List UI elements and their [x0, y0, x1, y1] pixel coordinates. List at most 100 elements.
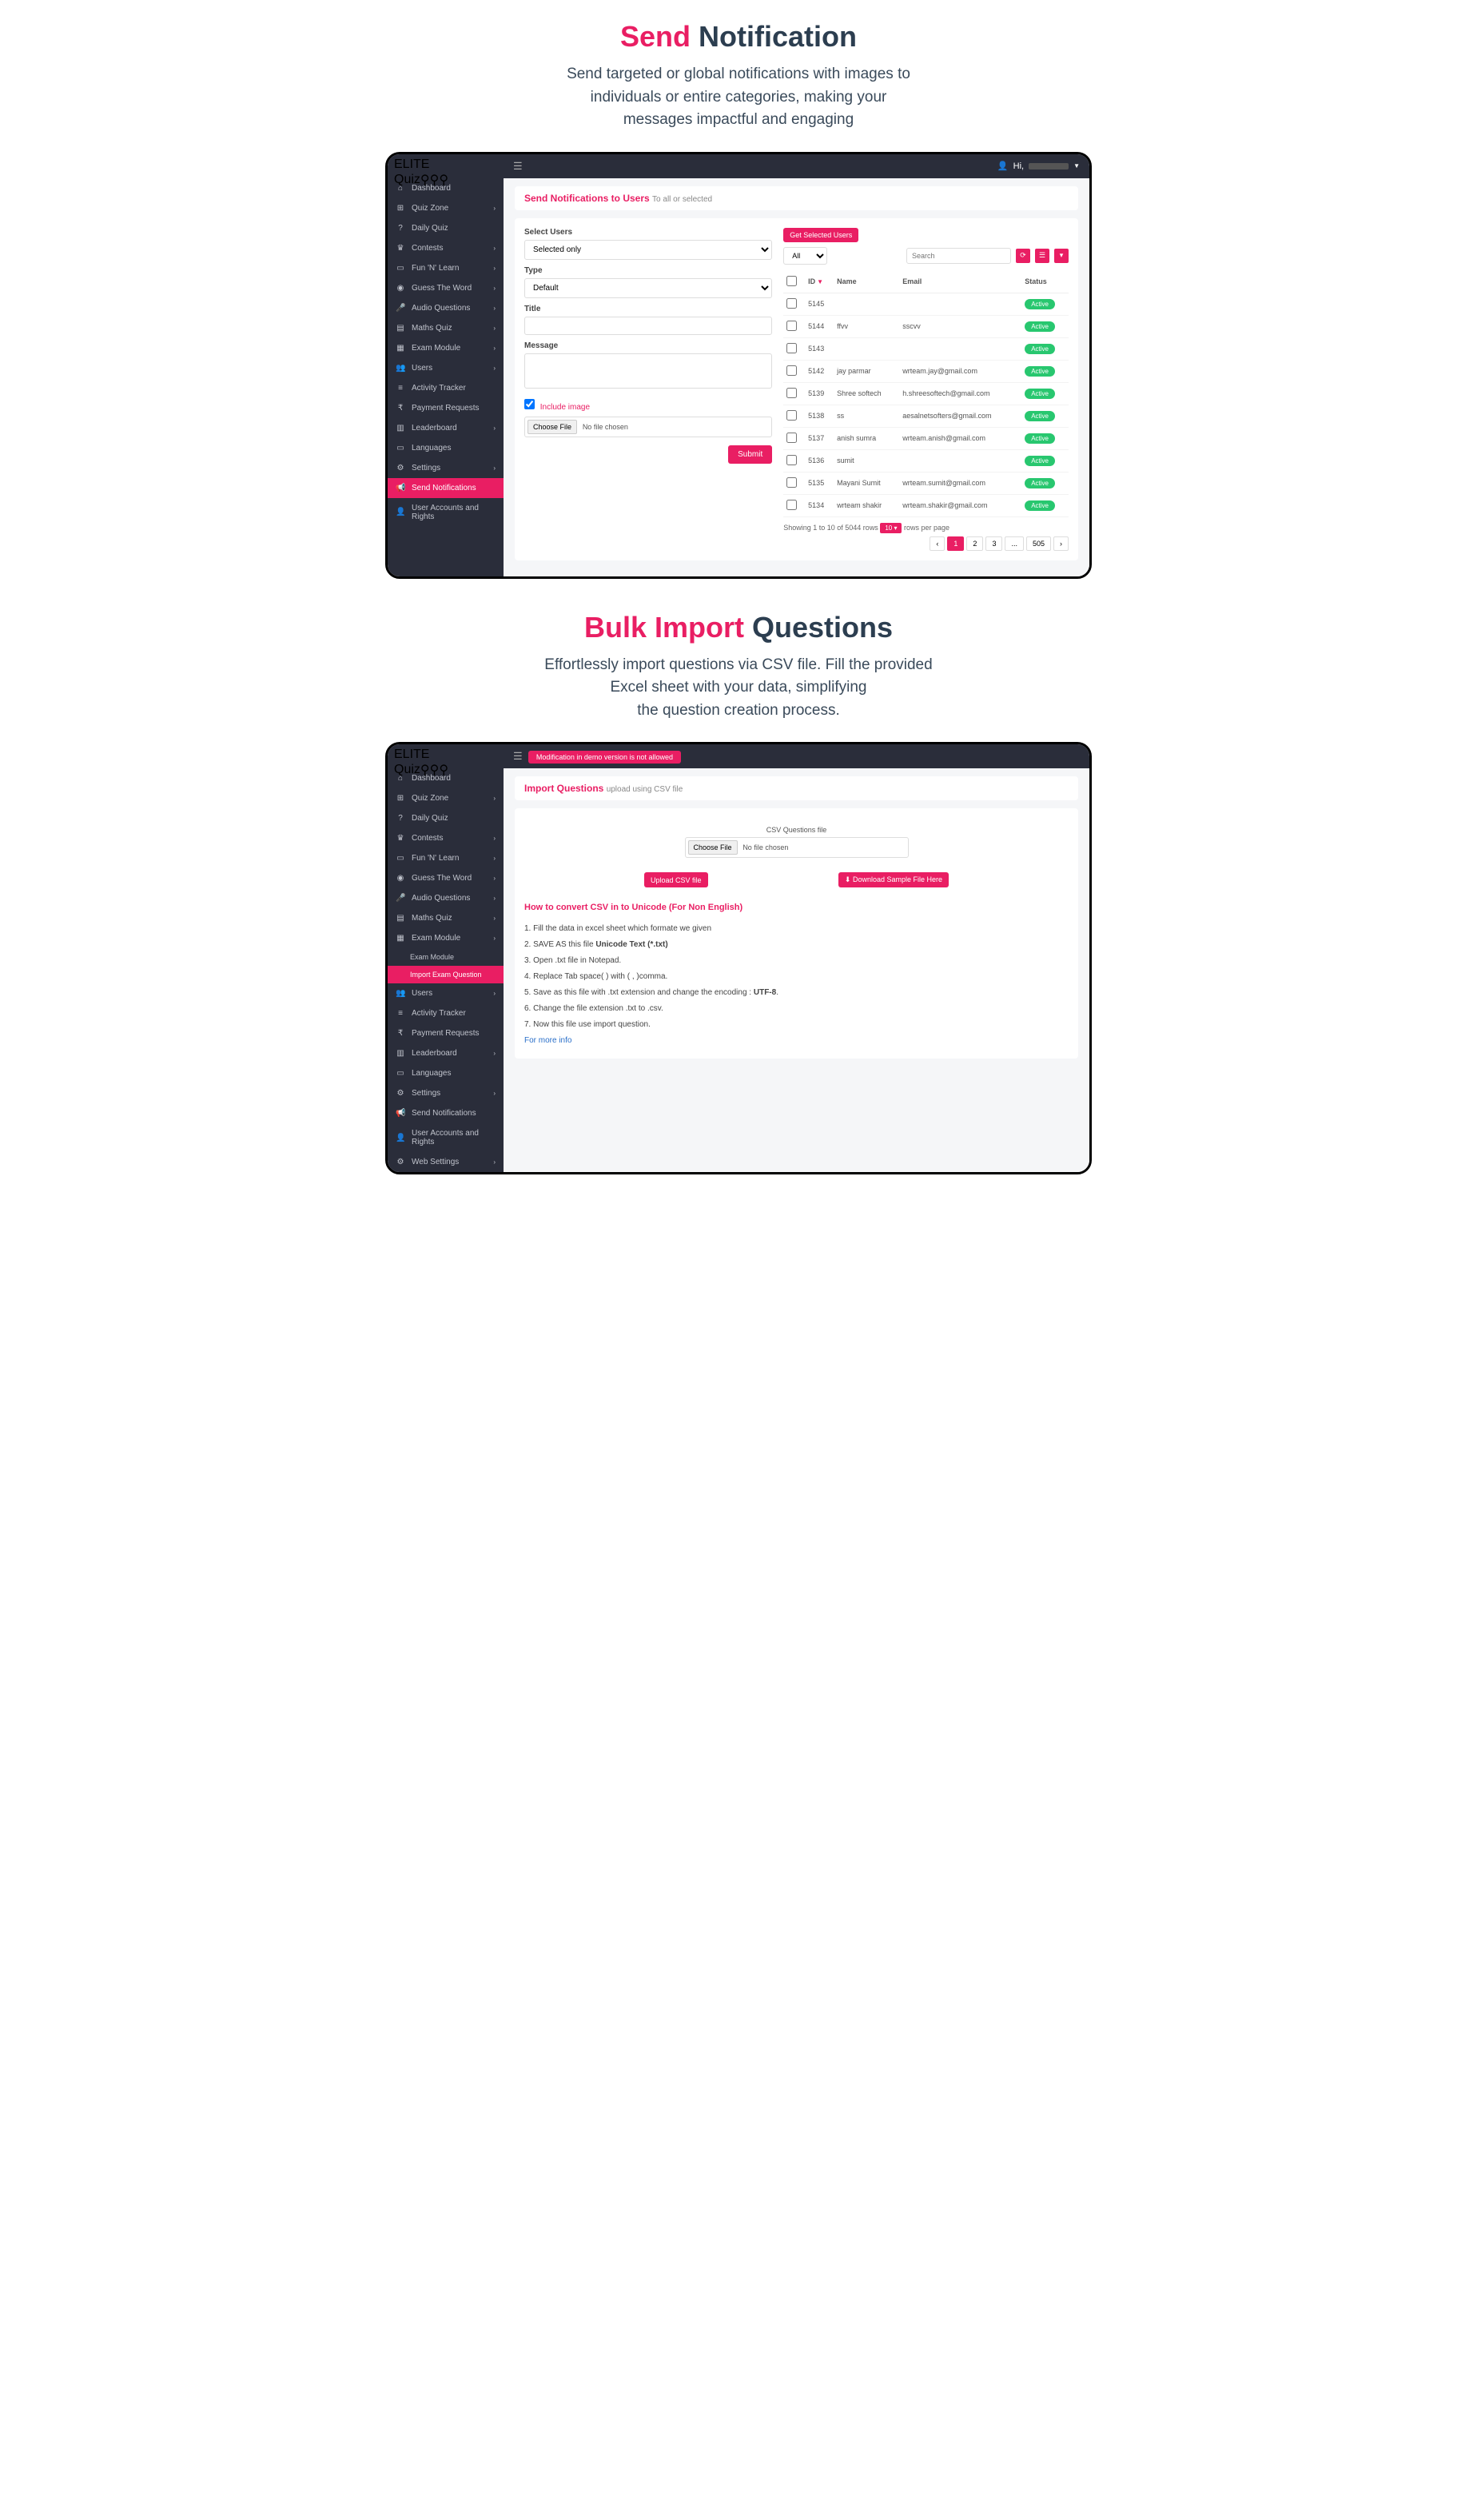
sidebar-item[interactable]: 📢Send Notifications: [388, 478, 504, 498]
sidebar-item[interactable]: ₹Payment Requests: [388, 398, 504, 418]
search-input[interactable]: [906, 248, 1011, 264]
choose-file-button[interactable]: Choose File: [688, 840, 738, 855]
options-button[interactable]: ▾: [1054, 249, 1069, 263]
page-title: Send Notifications to Users To all or se…: [524, 193, 712, 204]
sidebar-item[interactable]: 🎤Audio Questions›: [388, 298, 504, 318]
sidebar-item[interactable]: ▤Maths Quiz›: [388, 318, 504, 338]
page-button[interactable]: ›: [1053, 536, 1069, 551]
table-row: 5144ffvvsscvvActive: [783, 315, 1069, 337]
chevron-icon: ›: [493, 935, 496, 942]
sidebar-item[interactable]: ₹Payment Requests: [388, 1023, 504, 1043]
sidebar-item[interactable]: ≡Activity Tracker: [388, 1003, 504, 1023]
sidebar-item[interactable]: ▥Leaderboard›: [388, 1043, 504, 1063]
hamburger-icon[interactable]: ☰: [513, 160, 523, 173]
instruction-step: 7. Now this file use import question.: [524, 1017, 1069, 1033]
sidebar-item[interactable]: ◉Guess The Word›: [388, 868, 504, 888]
sidebar-item[interactable]: ♛Contests›: [388, 238, 504, 258]
sidebar-item[interactable]: 👤User Accounts and Rights: [388, 498, 504, 527]
include-image-checkbox[interactable]: [524, 399, 535, 409]
page-button[interactable]: ‹: [930, 536, 945, 551]
nav-icon: ⊞: [396, 794, 405, 803]
row-checkbox[interactable]: [786, 477, 797, 488]
sidebar-item[interactable]: ▭Fun 'N' Learn›: [388, 258, 504, 278]
sidebar-item[interactable]: ≡Activity Tracker: [388, 378, 504, 398]
chevron-icon: ›: [493, 835, 496, 842]
sidebar-item[interactable]: ▦Exam Module›: [388, 338, 504, 358]
sidebar-item[interactable]: 👤User Accounts and Rights: [388, 1123, 504, 1152]
nav-icon: ≡: [396, 384, 405, 393]
page-button[interactable]: 2: [966, 536, 983, 551]
section2-desc: Effortlessly import questions via CSV fi…: [369, 654, 1108, 723]
choose-file-button[interactable]: Choose File: [528, 420, 577, 434]
sidebar-item[interactable]: ◉Guess The Word›: [388, 278, 504, 298]
sidebar-item[interactable]: ▭Languages: [388, 1063, 504, 1083]
sidebar-item[interactable]: ▦Exam Module›: [388, 928, 504, 948]
nav-icon: ◉: [396, 874, 405, 883]
nav-icon: ♛: [396, 834, 405, 843]
sidebar-item[interactable]: ▭Fun 'N' Learn›: [388, 848, 504, 868]
row-checkbox[interactable]: [786, 410, 797, 421]
nav-icon: ♛: [396, 244, 405, 253]
columns-button[interactable]: ☰: [1035, 249, 1049, 263]
nav-icon: ◉: [396, 284, 405, 293]
status-badge: Active: [1025, 344, 1055, 354]
sidebar-item[interactable]: ♛Contests›: [388, 828, 504, 848]
title-label: Title: [524, 305, 772, 313]
page-button[interactable]: 1: [947, 536, 964, 551]
sidebar-item[interactable]: 📢Send Notifications: [388, 1103, 504, 1123]
demo-alert: Modification in demo version is not allo…: [528, 751, 681, 764]
sidebar-item[interactable]: ⚙Settings›: [388, 1083, 504, 1103]
row-checkbox[interactable]: [786, 298, 797, 309]
topbar: ☰ Modification in demo version is not al…: [388, 744, 1089, 768]
row-checkbox[interactable]: [786, 388, 797, 398]
nav-icon: ₹: [396, 1029, 405, 1038]
get-selected-button[interactable]: Get Selected Users: [783, 228, 858, 242]
sidebar-item[interactable]: ?Daily Quiz: [388, 808, 504, 828]
message-input[interactable]: [524, 353, 772, 389]
row-checkbox[interactable]: [786, 343, 797, 353]
select-all-checkbox[interactable]: [786, 276, 797, 286]
sidebar-item[interactable]: ▥Leaderboard›: [388, 418, 504, 438]
page-button[interactable]: 505: [1026, 536, 1051, 551]
download-sample-button[interactable]: ⬇ Download Sample File Here: [838, 872, 949, 887]
nav-icon: 📢: [396, 484, 405, 492]
nav-icon: ?: [396, 224, 405, 233]
sidebar-item[interactable]: ?Daily Quiz: [388, 218, 504, 238]
user-menu[interactable]: 👤 Hi, ▼: [997, 161, 1080, 171]
upload-button[interactable]: Upload CSV file: [644, 872, 708, 887]
row-checkbox[interactable]: [786, 500, 797, 510]
sidebar-item[interactable]: ▤Maths Quiz›: [388, 908, 504, 928]
sidebar-item[interactable]: 👥Users›: [388, 358, 504, 378]
instructions: How to convert CSV in to Unicode (For No…: [524, 899, 1069, 1049]
sidebar-item[interactable]: ⚙Settings›: [388, 458, 504, 478]
title-input[interactable]: [524, 317, 772, 335]
row-checkbox[interactable]: [786, 433, 797, 443]
hamburger-icon[interactable]: ☰ Modification in demo version is not al…: [513, 750, 681, 764]
pagination: ‹123...505›: [783, 536, 1069, 551]
sidebar-item[interactable]: ⊞Quiz Zone›: [388, 198, 504, 218]
nav-icon: 👤: [396, 1134, 405, 1142]
type-select[interactable]: Default: [524, 278, 772, 298]
row-checkbox[interactable]: [786, 321, 797, 331]
sidebar-subitem[interactable]: Import Exam Question: [388, 966, 504, 983]
sidebar-subitem[interactable]: Exam Module: [388, 948, 504, 966]
page-button[interactable]: ...: [1005, 536, 1024, 551]
rows-per-page[interactable]: 10 ▾: [880, 523, 902, 533]
sidebar-item[interactable]: 🎤Audio Questions›: [388, 888, 504, 908]
sidebar-item[interactable]: ⊞Quiz Zone›: [388, 788, 504, 808]
sidebar-item[interactable]: ⚙Web Settings›: [388, 1152, 504, 1172]
chevron-icon: ›: [493, 365, 496, 372]
select-users[interactable]: Selected only: [524, 240, 772, 260]
more-info-link[interactable]: For more info: [524, 1033, 1069, 1049]
page-button[interactable]: 3: [985, 536, 1002, 551]
filter-select[interactable]: All: [783, 247, 827, 265]
refresh-button[interactable]: ⟳: [1016, 249, 1030, 263]
sidebar-item[interactable]: ▭Languages: [388, 438, 504, 458]
message-label: Message: [524, 341, 772, 350]
row-checkbox[interactable]: [786, 455, 797, 465]
row-checkbox[interactable]: [786, 365, 797, 376]
chevron-icon: ›: [493, 285, 496, 292]
submit-button[interactable]: Submit: [728, 445, 772, 464]
sidebar-item[interactable]: 👥Users›: [388, 983, 504, 1003]
nav-icon: ⊞: [396, 204, 405, 213]
